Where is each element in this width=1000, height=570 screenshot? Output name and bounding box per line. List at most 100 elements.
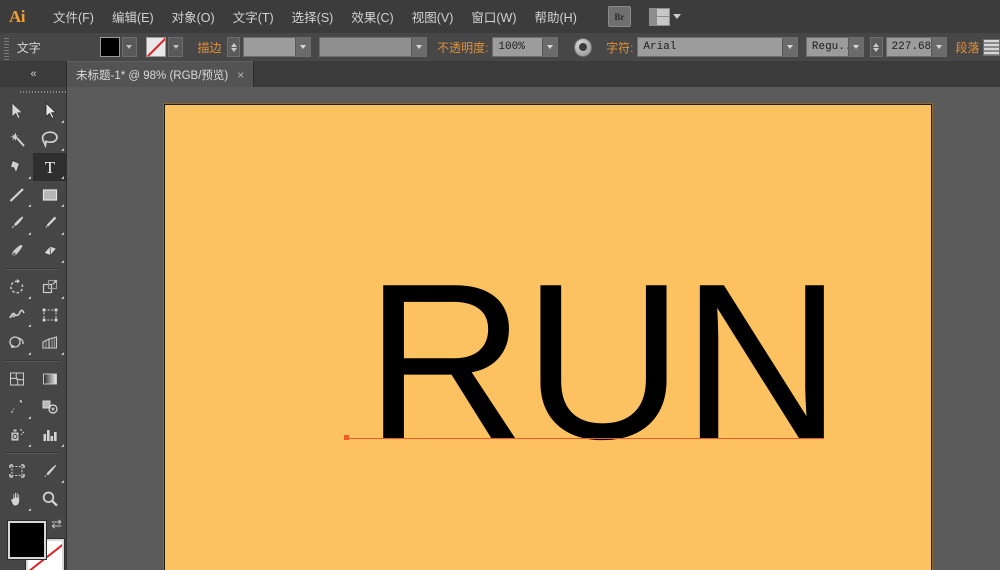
tool-flyout-indicator-icon (28, 444, 31, 447)
artboard-tool[interactable] (0, 457, 33, 485)
pencil-tool[interactable] (33, 209, 66, 237)
character-label: 字符: (606, 39, 633, 56)
workspace-switcher[interactable] (649, 8, 681, 26)
fill-swatch-group[interactable] (100, 37, 137, 57)
opacity-input[interactable]: 100% (492, 37, 558, 57)
tool-flyout-indicator-icon (28, 296, 31, 299)
fill-color-swatch[interactable] (100, 37, 120, 57)
tool-flyout-indicator-icon (28, 508, 31, 511)
stroke-weight-input[interactable] (243, 37, 311, 57)
font-size-stepper[interactable] (870, 37, 883, 57)
paintbrush-tool[interactable] (0, 209, 33, 237)
font-size-dropdown-icon[interactable] (931, 38, 946, 56)
tool-flyout-indicator-icon (28, 204, 31, 207)
eyedropper-tool[interactable] (0, 393, 33, 421)
menu-object[interactable]: 对象(O) (163, 3, 224, 30)
hand-tool[interactable] (0, 485, 33, 513)
panel-collapse-button[interactable]: « (0, 61, 66, 87)
document-tab[interactable]: 未标题-1* @ 98% (RGB/预览) × (66, 61, 254, 87)
menu-help[interactable]: 帮助(H) (526, 3, 586, 30)
close-icon[interactable]: × (237, 69, 244, 81)
menu-item-list: 文件(F) 编辑(E) 对象(O) 文字(T) 选择(S) 效果(C) 视图(V… (44, 3, 586, 30)
stroke-swatch-dropdown[interactable] (168, 37, 183, 57)
tool-flyout-indicator-icon (61, 176, 64, 179)
tool-flyout-indicator-icon (61, 148, 64, 151)
menu-file[interactable]: 文件(F) (44, 3, 103, 30)
opacity-dropdown-icon[interactable] (542, 38, 557, 56)
free-transform-tool[interactable] (33, 301, 66, 329)
menu-type[interactable]: 文字(T) (224, 3, 283, 30)
tools-panel: T (0, 87, 67, 570)
magic-wand-tool[interactable] (0, 125, 33, 153)
tool-flyout-indicator-icon (61, 232, 64, 235)
menu-bar: Ai 文件(F) 编辑(E) 对象(O) 文字(T) 选择(S) 效果(C) 视… (0, 0, 1000, 34)
menu-window[interactable]: 窗口(W) (462, 3, 525, 30)
tool-grid: T (0, 97, 66, 513)
menu-view[interactable]: 视图(V) (403, 3, 463, 30)
scale-tool[interactable] (33, 273, 66, 301)
artboard[interactable]: RUN (164, 104, 932, 570)
width-tool[interactable] (0, 301, 33, 329)
font-style-dropdown-icon[interactable] (848, 38, 863, 56)
blend-tool[interactable] (33, 393, 66, 421)
stroke-weight-stepper[interactable] (227, 37, 240, 57)
blob-brush-tool[interactable] (0, 237, 33, 265)
font-style-input[interactable]: Regu.. (806, 37, 864, 57)
perspective-grid-tool[interactable] (33, 329, 66, 357)
symbol-sprayer-tool[interactable] (0, 421, 33, 449)
run-glyphs: RUN (365, 238, 840, 486)
illustrator-window: Ai 文件(F) 编辑(E) 对象(O) 文字(T) 选择(S) 效果(C) 视… (0, 0, 1000, 570)
rectangle-tool[interactable] (33, 181, 66, 209)
recolor-artwork-button[interactable] (574, 38, 592, 57)
font-family-input[interactable]: Arial (637, 37, 797, 57)
fill-swatch-dropdown[interactable] (122, 37, 137, 57)
type-tool[interactable]: T (33, 153, 66, 181)
tool-flyout-indicator-icon (28, 416, 31, 419)
workspace-layout-icon (649, 8, 670, 26)
swap-fill-stroke-icon[interactable]: ⇄ (51, 517, 62, 530)
text-object-run[interactable]: RUN (165, 105, 931, 570)
tool-flyout-indicator-icon (61, 260, 64, 263)
tool-flyout-indicator-icon (61, 204, 64, 207)
tool-flyout-indicator-icon (28, 176, 31, 179)
bridge-button[interactable]: Br (608, 6, 631, 27)
tool-flyout-indicator-icon (61, 480, 64, 483)
line-segment-tool[interactable] (0, 181, 33, 209)
tool-flyout-indicator-icon (61, 120, 64, 123)
stroke-profile-dropdown-icon[interactable] (411, 38, 426, 56)
lasso-tool[interactable] (33, 125, 66, 153)
direct-selection-tool[interactable] (33, 97, 66, 125)
text-anchor-point[interactable] (344, 435, 349, 440)
tool-flyout-indicator-icon (28, 352, 31, 355)
menu-select[interactable]: 选择(S) (283, 3, 343, 30)
font-size-input[interactable]: 227.68 (886, 37, 948, 57)
menu-effect[interactable]: 效果(C) (342, 3, 402, 30)
active-tool-label: 文字 (17, 39, 100, 56)
menu-edit[interactable]: 编辑(E) (103, 3, 163, 30)
pen-tool[interactable] (0, 153, 33, 181)
fill-color-box[interactable] (8, 521, 46, 559)
tool-divider (5, 268, 61, 270)
stroke-label: 描边 (197, 39, 221, 56)
text-baseline-path[interactable] (347, 438, 824, 439)
gradient-tool[interactable] (33, 365, 66, 393)
stroke-profile-input[interactable] (319, 37, 427, 57)
font-family-dropdown-icon[interactable] (782, 38, 797, 56)
control-bar-grip[interactable] (2, 33, 11, 61)
column-graph-tool[interactable] (33, 421, 66, 449)
mesh-tool[interactable] (0, 365, 33, 393)
stroke-swatch-group[interactable] (146, 37, 183, 57)
selection-tool[interactable] (0, 97, 33, 125)
shape-builder-tool[interactable] (0, 329, 33, 357)
stroke-color-swatch[interactable] (146, 37, 166, 57)
stroke-weight-dropdown-icon[interactable] (295, 38, 310, 56)
zoom-tool[interactable] (33, 485, 66, 513)
svg-text:T: T (44, 158, 55, 176)
eraser-tool[interactable] (33, 237, 66, 265)
slice-tool[interactable] (33, 457, 66, 485)
tools-panel-grip[interactable] (0, 87, 66, 97)
rotate-tool[interactable] (0, 273, 33, 301)
canvas-area[interactable]: RUN (67, 87, 1000, 570)
paragraph-align-icon[interactable] (983, 39, 1000, 56)
app-logo-icon: Ai (0, 0, 34, 33)
